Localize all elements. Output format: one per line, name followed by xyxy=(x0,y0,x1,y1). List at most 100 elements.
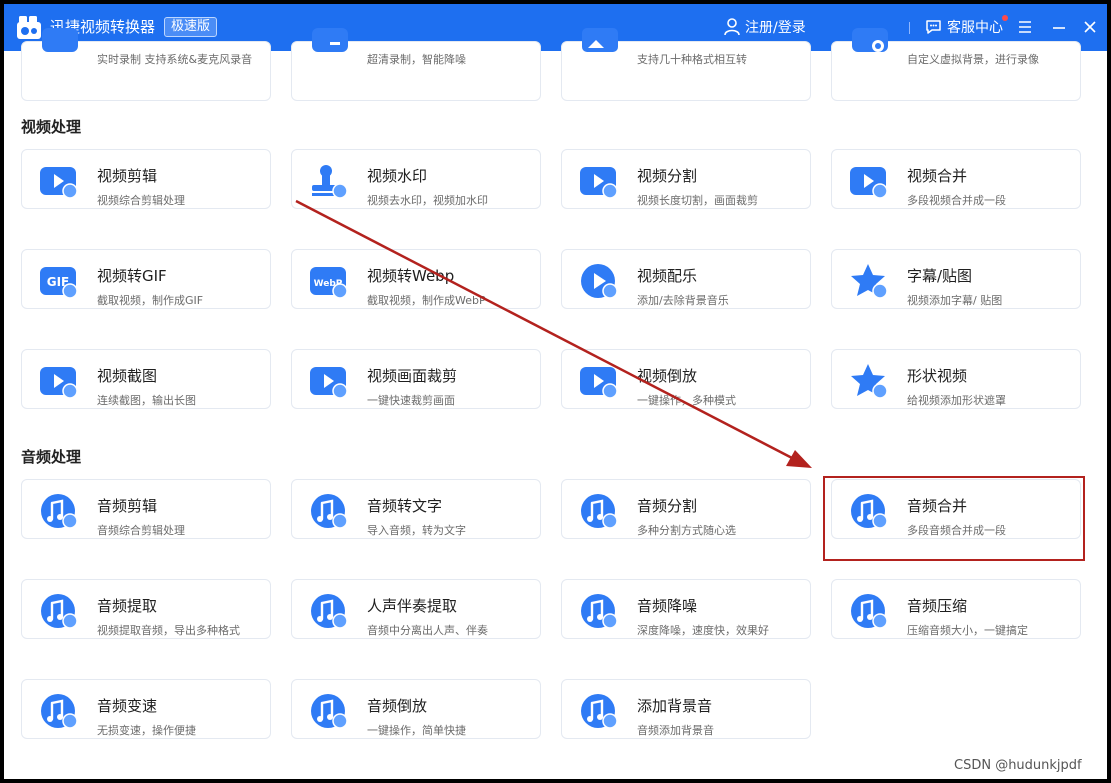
card-desc: 截取视频，制作成WebP xyxy=(367,294,486,307)
audio-tool-card[interactable]: 添加背景音 音频添加背景音 xyxy=(561,679,811,739)
audio-compress-icon xyxy=(851,594,888,629)
video-edit-icon xyxy=(40,167,78,199)
card-desc: 一键操作，简单快捷 xyxy=(367,724,466,737)
audio-tool-card[interactable]: 音频剪辑音频综合剪辑处理 xyxy=(21,479,271,539)
edition-badge: 极速版 xyxy=(164,17,218,37)
audio-edit-icon xyxy=(41,494,78,529)
video-tool-card[interactable]: 视频剪辑视频综合剪辑处理 xyxy=(21,149,271,209)
audio-denoise-icon xyxy=(581,594,618,629)
video-tool-card[interactable]: 视频配乐添加/去除背景音乐 xyxy=(561,249,811,309)
video-tool-card[interactable]: GIF 视频转GIF 截取视频，制作成GIF xyxy=(21,249,271,309)
card-screen-record[interactable]: 实时录制 支持系统&麦克风录音 xyxy=(21,28,271,101)
card-desc: 添加/去除背景音乐 xyxy=(637,294,729,307)
card-desc: 视频综合剪辑处理 xyxy=(97,194,185,207)
card-name: 音频倒放 xyxy=(367,697,428,715)
close-icon[interactable] xyxy=(1081,18,1099,36)
virtual-background-icon xyxy=(852,28,888,52)
login-button[interactable]: 注册/登录 xyxy=(724,16,806,38)
video-music-icon xyxy=(581,264,618,299)
video-tool-card[interactable]: 视频水印 视频去水印，视频加水印 xyxy=(291,149,541,209)
video-tool-card[interactable]: 视频分割视频长度切割，画面裁剪 xyxy=(561,149,811,209)
card-desc: 截取视频，制作成GIF xyxy=(97,294,204,307)
watermark: CSDN @hudunkjpdf xyxy=(954,758,1082,773)
subtitle-sticker-icon xyxy=(851,264,888,299)
audio-tool-card[interactable]: 音频压缩压缩音频大小，一键搞定 xyxy=(831,579,1081,639)
video-tool-card[interactable]: 视频截图连续截图，输出长图 xyxy=(21,349,271,409)
section-title-video: 视频处理 xyxy=(21,118,82,136)
audio-tool-card[interactable]: 音频降噪 深度降噪，速度快，效果好 xyxy=(561,579,811,639)
webp-icon: WebP xyxy=(310,267,348,299)
card-format-convert[interactable]: 支持几十种格式相互转 xyxy=(561,28,811,101)
card-name: 音频转文字 xyxy=(367,497,443,515)
card-desc: 压缩音频大小，一键搞定 xyxy=(907,624,1028,637)
card-name: 音频提取 xyxy=(97,597,158,615)
card-desc: 多段视频合并成一段 xyxy=(907,194,1006,207)
card-desc: 视频提取音频，导出多种格式 xyxy=(97,624,240,637)
audio-to-text-icon xyxy=(311,494,348,529)
format-convert-icon xyxy=(582,28,618,52)
card-desc: 自定义虚拟背景，进行录像 xyxy=(907,53,1039,66)
card-name: 视频剪辑 xyxy=(97,167,158,185)
shape-video-icon xyxy=(851,364,888,399)
video-watermark-icon xyxy=(312,165,348,199)
menu-icon[interactable] xyxy=(1016,18,1034,36)
card-name: 人声伴奏提取 xyxy=(367,597,458,615)
notification-dot xyxy=(1002,15,1008,21)
card-name: 视频截图 xyxy=(97,367,158,385)
section-title-audio: 音频处理 xyxy=(21,448,82,466)
video-tool-card[interactable]: 视频倒放 一键操作，多种模式 xyxy=(561,349,811,409)
video-reverse-icon xyxy=(580,367,618,399)
video-split-icon xyxy=(580,167,618,199)
video-tool-card[interactable]: 形状视频 给视频添加形状遮罩 xyxy=(831,349,1081,409)
card-desc: 多种分割方式随心选 xyxy=(637,524,736,537)
app-window: 迅捷视频转换器 极速版 注册/登录 客服中心 实时录制 支持系统&麦克风录音 超… xyxy=(4,4,1107,779)
add-background-sound-icon xyxy=(581,694,618,729)
card-name: 音频剪辑 xyxy=(97,497,158,515)
card-desc: 音频中分离出人声、伴奏 xyxy=(367,624,488,637)
audio-tool-card[interactable]: 音频倒放一键操作，简单快捷 xyxy=(291,679,541,739)
card-desc: 一键操作，多种模式 xyxy=(637,394,736,407)
card-desc: 音频综合剪辑处理 xyxy=(97,524,185,537)
card-virtual-background[interactable]: 自定义虚拟背景，进行录像 xyxy=(831,28,1081,101)
audio-speed-icon xyxy=(41,694,78,729)
card-desc: 多段音频合并成一段 xyxy=(907,524,1006,537)
card-desc: 实时录制 支持系统&麦克风录音 xyxy=(97,53,253,66)
chat-icon xyxy=(926,20,941,34)
card-name: 视频转Webp xyxy=(367,267,455,285)
audio-merge-icon xyxy=(851,494,888,529)
card-camera-record[interactable]: 超清录制，智能降噪 xyxy=(291,28,541,101)
audio-tool-card[interactable]: 音频合并多段音频合并成一段 xyxy=(831,479,1081,539)
audio-tool-card[interactable]: 音频转文字 导入音频，转为文字 xyxy=(291,479,541,539)
audio-tool-card[interactable]: 音频分割 多种分割方式随心选 xyxy=(561,479,811,539)
card-desc: 支持几十种格式相互转 xyxy=(637,53,747,66)
minimize-icon[interactable] xyxy=(1050,18,1068,36)
card-name: 音频合并 xyxy=(907,497,968,515)
card-name: 音频降噪 xyxy=(637,597,698,615)
support-button[interactable]: 客服中心 xyxy=(925,16,1003,38)
video-merge-icon xyxy=(850,167,888,199)
audio-tool-card[interactable]: 音频变速 无损变速，操作便捷 xyxy=(21,679,271,739)
card-name: 视频配乐 xyxy=(637,267,698,285)
card-desc: 视频添加字幕/ 贴图 xyxy=(907,294,1003,307)
card-name: 字幕/贴图 xyxy=(907,267,973,285)
video-tool-card[interactable]: 字幕/贴图视频添加字幕/ 贴图 xyxy=(831,249,1081,309)
video-tool-card[interactable]: WebP 视频转Webp 截取视频，制作成WebP xyxy=(291,249,541,309)
video-tool-card[interactable]: 视频画面裁剪 一键快速裁剪画面 xyxy=(291,349,541,409)
gif-icon: GIF xyxy=(40,267,78,299)
user-icon xyxy=(724,18,740,36)
video-tool-card[interactable]: 视频合并 多段视频合并成一段 xyxy=(831,149,1081,209)
screen-record-icon xyxy=(42,28,78,52)
card-desc: 连续截图，输出长图 xyxy=(97,394,196,407)
login-label: 注册/登录 xyxy=(745,20,806,36)
card-name: 添加背景音 xyxy=(637,697,713,715)
audio-tool-card[interactable]: 人声伴奏提取音频中分离出人声、伴奏 xyxy=(291,579,541,639)
card-name: 视频分割 xyxy=(637,167,698,185)
support-label: 客服中心 xyxy=(947,20,1003,36)
card-desc: 视频长度切割，画面裁剪 xyxy=(637,194,758,207)
audio-extract-icon xyxy=(41,594,78,629)
card-desc: 一键快速裁剪画面 xyxy=(367,394,455,407)
video-crop-icon xyxy=(310,367,348,399)
card-name: 音频压缩 xyxy=(907,597,968,615)
card-desc: 无损变速，操作便捷 xyxy=(97,724,196,737)
audio-tool-card[interactable]: 音频提取视频提取音频，导出多种格式 xyxy=(21,579,271,639)
